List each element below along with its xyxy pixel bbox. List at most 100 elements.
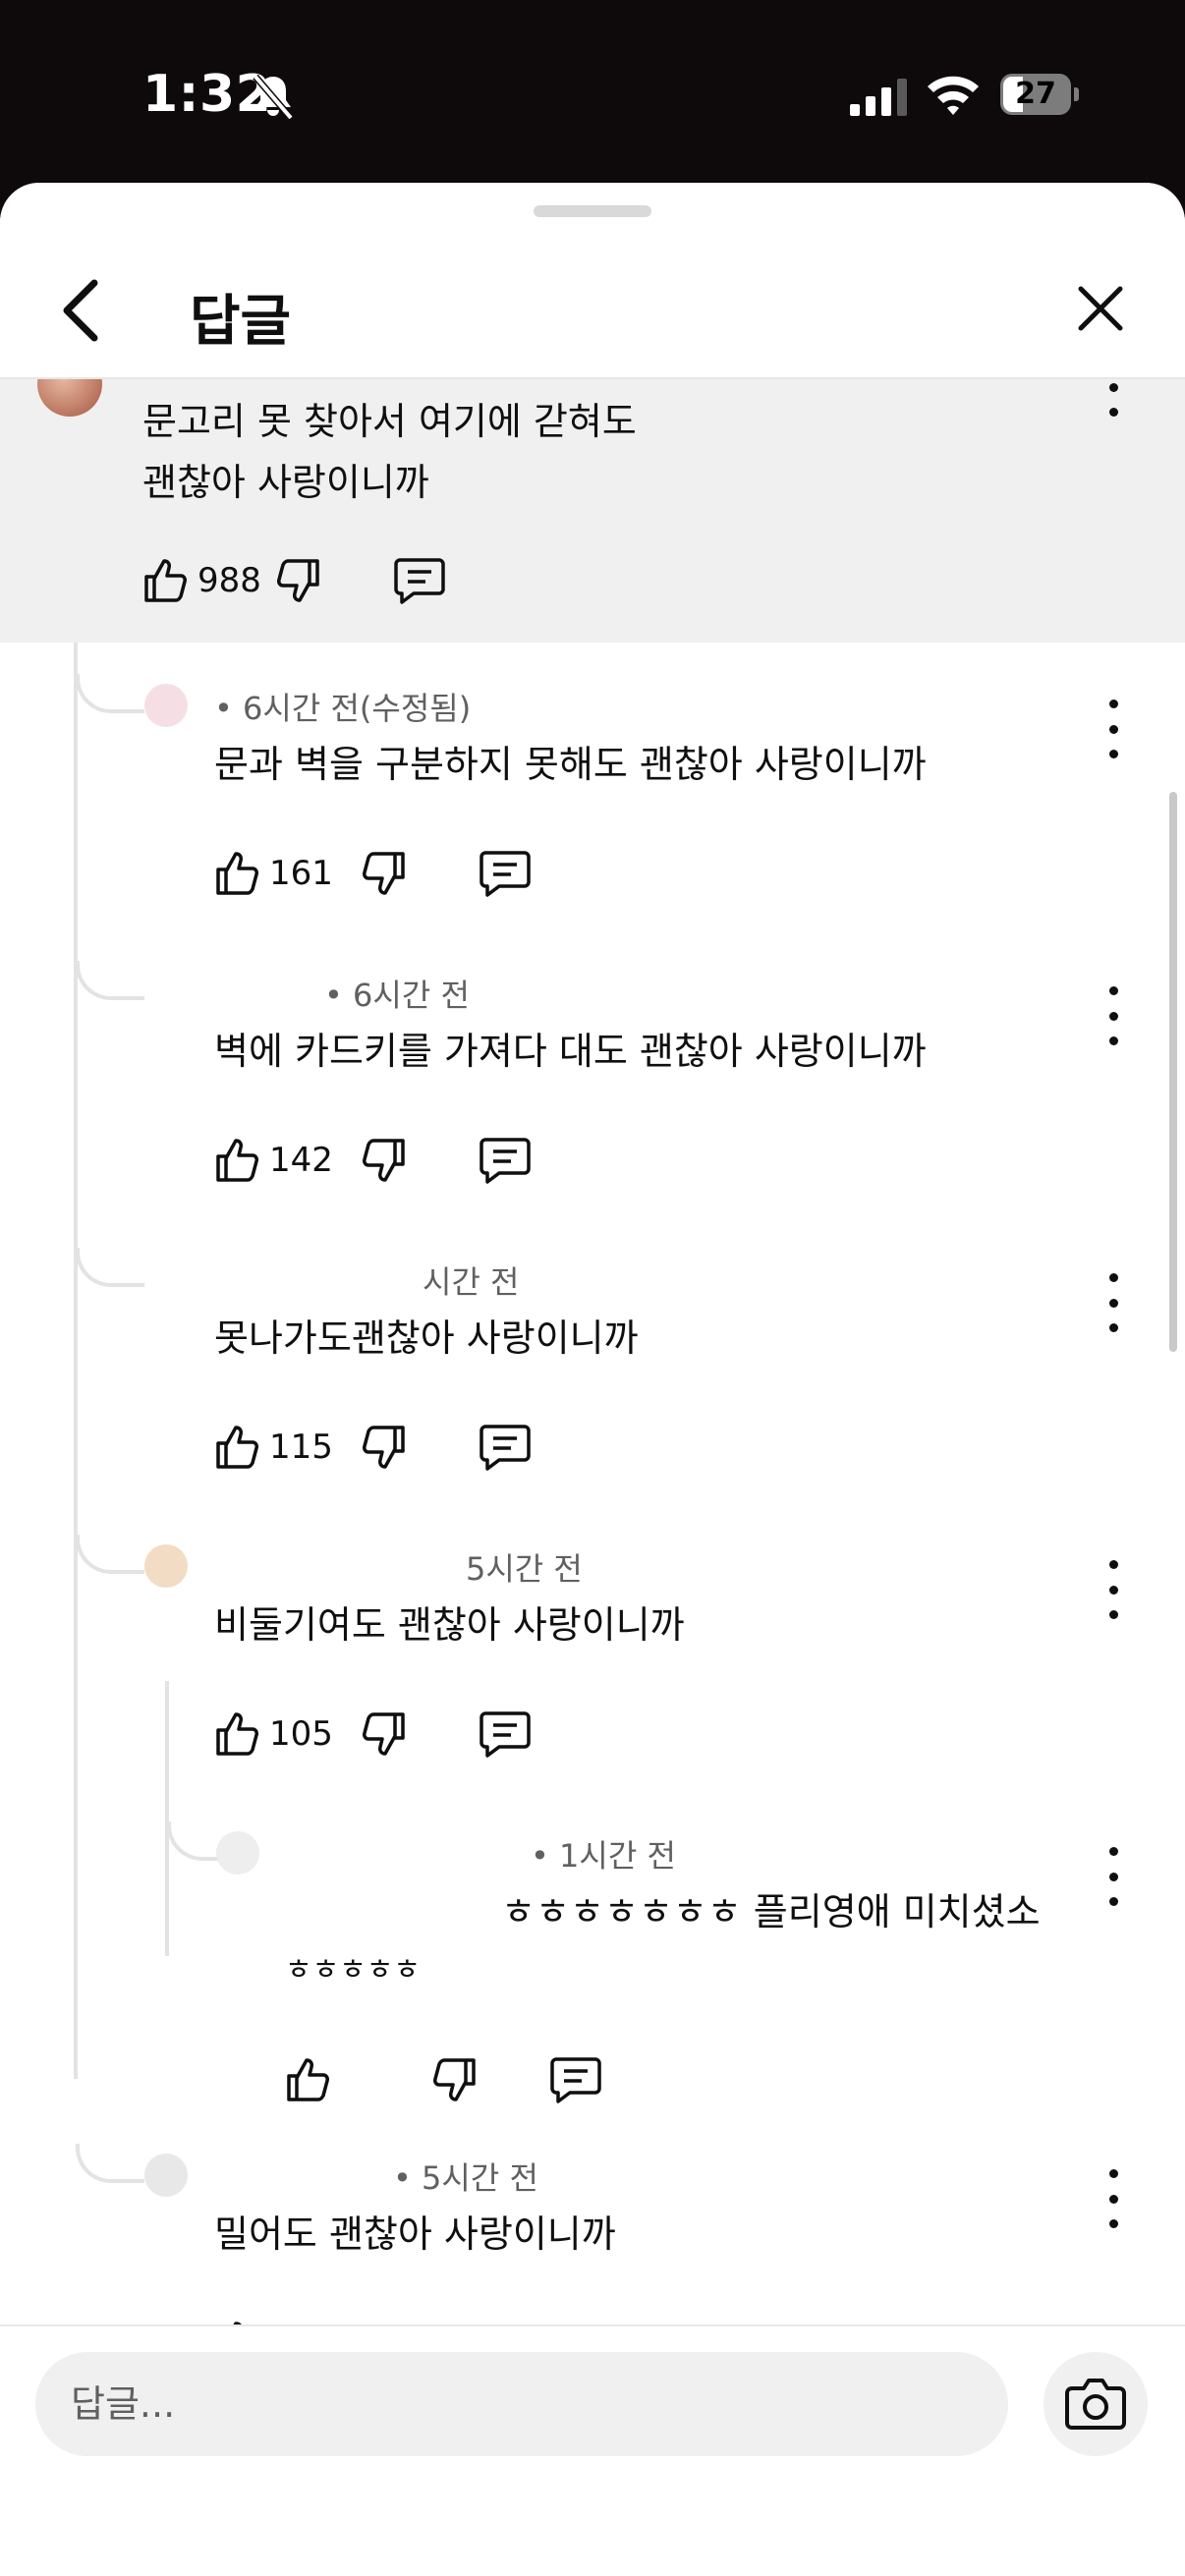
reply-text: 문과 벽을 구분하지 못해도 괜찮아 사랑이니까	[214, 743, 927, 786]
reply-button[interactable]	[550, 2055, 601, 2104]
reply-button[interactable]	[480, 1709, 531, 1759]
avatar[interactable]	[37, 379, 102, 417]
reply-button[interactable]	[480, 1136, 531, 1185]
more-options-icon[interactable]	[1096, 700, 1131, 758]
status-bar: 1:32 27	[0, 0, 1185, 187]
reply-button[interactable]	[480, 849, 531, 898]
like-count: 105	[269, 1714, 333, 1754]
reply-icon	[480, 1425, 531, 1471]
reply-item: 5시간 전 비둘기여도 괜찮아 사랑이니까 105	[0, 1544, 1185, 1780]
dislike-button[interactable]	[360, 850, 407, 897]
reply-text: 못나가도괜찮아 사랑이니까	[214, 1316, 639, 1360]
like-count: 988	[198, 561, 261, 600]
dislike-icon	[277, 559, 319, 602]
like-count: 142	[269, 1141, 333, 1180]
more-options-icon[interactable]	[1096, 1560, 1131, 1619]
like-button[interactable]: 161	[214, 850, 333, 897]
reply-text: 비둘기여도 괜찮아 사랑이니까	[214, 1603, 685, 1647]
reply-button[interactable]	[480, 1423, 531, 1472]
like-count: 161	[269, 854, 333, 893]
reply-icon	[480, 851, 531, 897]
dislike-icon	[363, 1139, 405, 1182]
reply-list[interactable]: 문고리 못 찾아서 여기에 갇혀도 괜찮아 사랑이니까 988 • 6시간 전(	[0, 379, 1185, 2324]
reply-text: ㅎㅎㅎㅎㅎㅎㅎ 플리영애 미치셨소	[501, 1890, 1041, 1933]
reply-composer	[0, 2324, 1185, 2576]
like-count: 115	[269, 1428, 333, 1467]
avatar[interactable]	[216, 1831, 259, 1875]
more-options-icon[interactable]	[1096, 1273, 1131, 1332]
reply-text-continued: ㅎㅎㅎㅎㅎ	[285, 1953, 421, 1988]
dislike-button[interactable]	[360, 1424, 407, 1471]
drag-handle[interactable]	[534, 205, 651, 217]
reply-button[interactable]	[394, 556, 445, 605]
battery-icon: 27	[1000, 74, 1079, 115]
reply-meta: • 6시간 전	[324, 977, 470, 1014]
signal-icon	[850, 79, 907, 116]
dislike-icon	[363, 852, 405, 895]
reply-item: • 5시간 전 밀어도 괜찮아 사랑이니까	[0, 2154, 1185, 2324]
sheet-header: 답글	[0, 183, 1185, 379]
reply-actions: 105	[214, 1700, 531, 1768]
reply-actions: 161	[214, 839, 531, 908]
dislike-icon	[363, 1426, 405, 1469]
dislike-button[interactable]	[430, 2056, 478, 2103]
wifi-icon	[928, 76, 979, 115]
comment-actions: 988	[142, 546, 445, 615]
like-button[interactable]: 105	[214, 1710, 333, 1758]
reply-item: 시간 전 못나가도괜찮아 사랑이니까 115	[0, 1258, 1185, 1493]
reply-actions: 142	[214, 1126, 531, 1195]
avatar[interactable]	[144, 684, 188, 727]
like-button[interactable]: 142	[214, 1137, 333, 1184]
reply-icon	[550, 2057, 601, 2103]
close-icon	[1078, 286, 1123, 331]
more-options-icon[interactable]	[1096, 986, 1131, 1045]
more-options-icon[interactable]	[1096, 1847, 1131, 1906]
reply-actions	[285, 2045, 601, 2114]
scrollbar[interactable]	[1169, 792, 1177, 1352]
reply-item: • 6시간 전 벽에 카드키를 가져다 대도 괜찮아 사랑이니까 142	[0, 971, 1185, 1206]
more-options-icon[interactable]	[1096, 379, 1131, 417]
reply-text: 밀어도 괜찮아 사랑이니까	[214, 2212, 616, 2256]
dislike-button[interactable]	[360, 1137, 407, 1184]
dislike-button[interactable]	[360, 1710, 407, 1758]
avatar[interactable]	[144, 2154, 188, 2197]
like-icon	[144, 559, 187, 602]
reply-item: • 1시간 전 ㅎㅎㅎㅎㅎㅎㅎ 플리영애 미치셨소 ㅎㅎㅎㅎㅎ	[0, 1831, 1185, 2126]
thread-line	[74, 409, 78, 2079]
reply-icon	[480, 1138, 531, 1184]
avatar[interactable]	[144, 1544, 188, 1588]
reply-meta: 5시간 전	[466, 1550, 583, 1588]
page-title: 답글	[190, 290, 292, 354]
like-button[interactable]	[285, 2056, 401, 2103]
back-button[interactable]	[51, 271, 110, 350]
dislike-icon	[433, 2058, 476, 2101]
like-icon	[216, 852, 258, 895]
reply-input[interactable]	[35, 2352, 1008, 2456]
reply-meta: • 6시간 전(수정됨)	[214, 690, 472, 727]
reply-icon	[394, 558, 445, 604]
close-button[interactable]	[1071, 279, 1130, 338]
more-options-icon[interactable]	[1096, 2169, 1131, 2228]
camera-icon	[1065, 2379, 1126, 2430]
bell-slash-icon	[253, 74, 294, 121]
reply-meta: • 1시간 전	[531, 1837, 676, 1875]
replies-sheet: 답글 문고리 못 찾아서 여기에 갇혀도 괜찮아 사랑이니까 988 • 6시간…	[0, 183, 1185, 2576]
like-button[interactable]: 115	[214, 1424, 333, 1471]
reply-text: 벽에 카드키를 가져다 대도 괜찮아 사랑이니까	[214, 1030, 927, 1073]
dislike-button[interactable]	[274, 557, 321, 604]
like-icon	[216, 1426, 258, 1469]
like-icon	[287, 2058, 329, 2101]
reply-meta: 시간 전	[423, 1263, 520, 1301]
like-button[interactable]: 988	[142, 557, 261, 604]
reply-item: • 6시간 전(수정됨) 문과 벽을 구분하지 못해도 괜찮아 사랑이니까 16…	[0, 684, 1185, 920]
like-icon	[216, 1712, 258, 1756]
dislike-icon	[363, 1712, 405, 1756]
back-arrow-icon	[63, 279, 98, 342]
reply-actions: 115	[214, 1413, 531, 1482]
reply-icon	[480, 1711, 531, 1758]
like-icon	[216, 1139, 258, 1182]
camera-button[interactable]	[1044, 2352, 1148, 2456]
reply-actions	[214, 2309, 330, 2324]
reply-meta: • 5시간 전	[393, 2159, 538, 2197]
parent-comment: 문고리 못 찾아서 여기에 갇혀도 괜찮아 사랑이니까 988	[0, 379, 1185, 643]
